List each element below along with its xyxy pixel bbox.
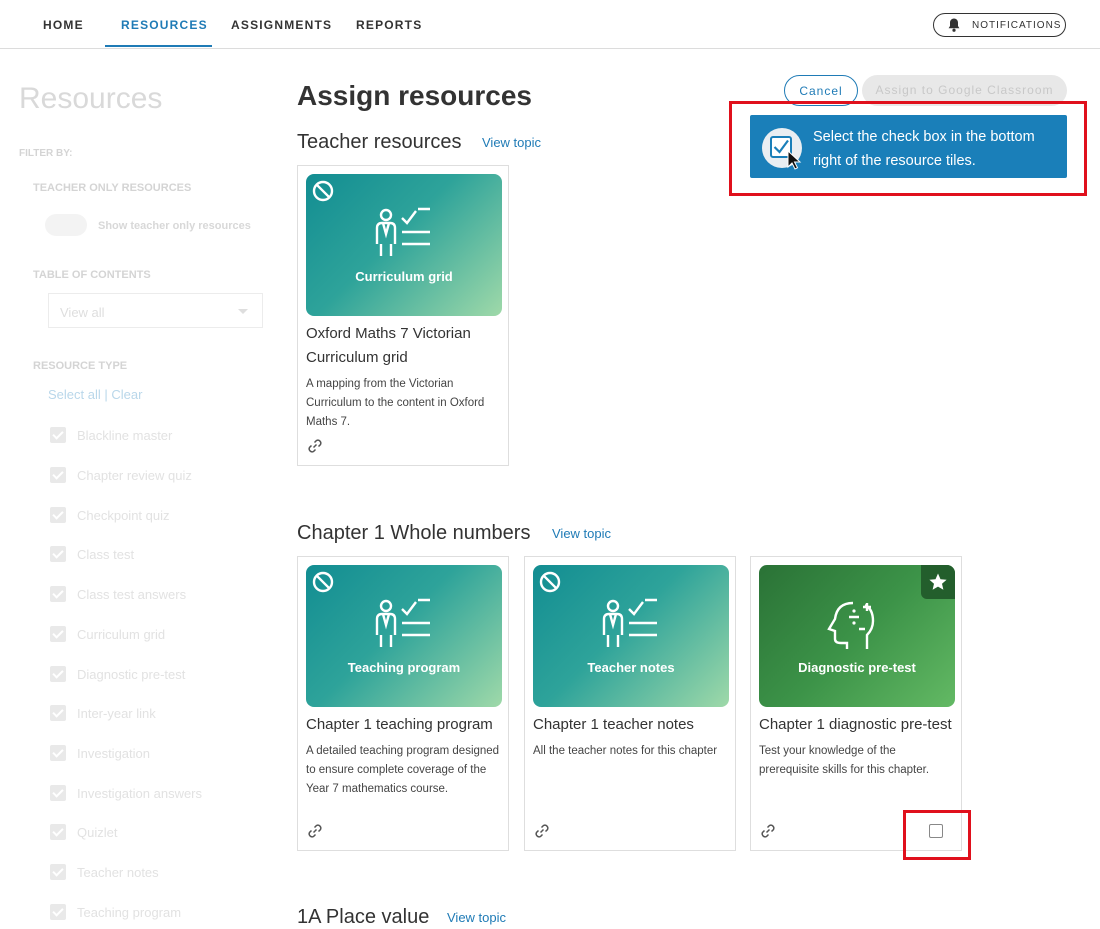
toc-select-value: View all xyxy=(60,305,105,320)
nav-reports[interactable]: REPORTS xyxy=(356,0,422,48)
resource-type-label: Curriculum grid xyxy=(77,627,166,642)
checkbox-checked-icon xyxy=(50,904,66,920)
no-entry-icon xyxy=(312,571,334,593)
checkbox-checked-icon xyxy=(50,626,66,642)
section-title: 1A Place value xyxy=(297,906,430,928)
resource-type-label: Class test answers xyxy=(77,587,187,602)
checkbox-checked-icon xyxy=(50,864,66,880)
resource-type-heading: RESOURCE TYPE xyxy=(33,360,128,372)
head-maths-icon xyxy=(827,601,875,649)
thumbnail-label: Curriculum grid xyxy=(355,269,453,284)
no-entry-icon xyxy=(312,180,334,202)
resource-card[interactable]: Curriculum grid Oxford Maths 7 Victorian… xyxy=(297,165,509,466)
page-title: Assign resources xyxy=(297,80,532,111)
checkbox-checked-icon xyxy=(50,785,66,801)
resource-type-label: Quizlet xyxy=(77,825,118,840)
resource-card[interactable]: Teacher notes Chapter 1 teacher notes Al… xyxy=(524,556,736,851)
instruction-tooltip: Select the check box in the bottom right… xyxy=(750,115,1067,178)
filter-by-label: FILTER BY: xyxy=(19,148,73,159)
nav-active-indicator xyxy=(105,45,212,47)
resource-type-label: Blackline master xyxy=(77,428,173,443)
view-topic-link[interactable]: View topic xyxy=(447,910,506,925)
no-entry-icon xyxy=(539,571,561,593)
checkbox-checked-icon xyxy=(50,824,66,840)
tip-text: Select the check box in the bottom right… xyxy=(813,129,1035,169)
nav-home[interactable]: HOME xyxy=(43,0,84,48)
checkbox-checked-icon xyxy=(50,745,66,761)
checkbox-highlight-frame xyxy=(903,810,971,860)
toc-heading: TABLE OF CONTENTS xyxy=(33,269,151,281)
person-checklist-icon xyxy=(375,207,430,256)
thumbnail-label: Diagnostic pre-test xyxy=(798,660,916,675)
view-topic-link[interactable]: View topic xyxy=(482,135,541,150)
card-title[interactable]: Chapter 1 teaching program xyxy=(306,713,506,737)
resource-thumbnail: Curriculum grid xyxy=(306,174,502,316)
favourite-tab[interactable] xyxy=(921,565,955,599)
resource-card[interactable]: Teaching program Chapter 1 teaching prog… xyxy=(297,556,509,851)
checkbox-checked-icon xyxy=(50,586,66,602)
resource-type-label: Teacher notes xyxy=(77,865,159,880)
clear-link[interactable]: Clear xyxy=(111,387,142,402)
teacher-only-toggle[interactable] xyxy=(45,214,87,236)
resource-card[interactable]: Diagnostic pre-test Chapter 1 diagnostic… xyxy=(750,556,962,851)
view-topic-link[interactable]: View topic xyxy=(552,526,611,541)
link-separator: | xyxy=(104,387,108,402)
resource-thumbnail: Teacher notes xyxy=(533,565,729,707)
notifications-button[interactable]: NOTIFICATIONS xyxy=(933,13,1066,37)
checkbox-checked-icon xyxy=(50,467,66,483)
resource-type-label: Teaching program xyxy=(77,905,182,920)
checkbox-checked-icon xyxy=(50,705,66,721)
bell-icon xyxy=(948,18,960,32)
resource-thumbnail: Diagnostic pre-test xyxy=(759,565,955,707)
checkbox-checked-icon xyxy=(50,666,66,682)
resource-type-label: Investigation xyxy=(77,746,150,761)
checkbox-checked-icon xyxy=(50,507,66,523)
nav-resources[interactable]: RESOURCES xyxy=(121,0,208,48)
checkbox-cursor-icon xyxy=(762,128,802,170)
chevron-down-icon xyxy=(238,309,248,314)
link-icon[interactable] xyxy=(759,822,777,840)
notifications-label: NOTIFICATIONS xyxy=(972,20,1062,31)
thumbnail-label: Teaching program xyxy=(347,660,461,675)
teacher-only-heading: TEACHER ONLY RESOURCES xyxy=(33,182,192,194)
star-icon xyxy=(929,573,947,590)
thumbnail-label: Teacher notes xyxy=(587,660,675,675)
resource-type-label: Inter-year link xyxy=(77,706,156,721)
resource-type-label: Diagnostic pre-test xyxy=(77,667,186,682)
toc-select[interactable]: View all xyxy=(48,293,263,328)
filter-sidebar: Resources FILTER BY: TEACHER ONLY RESOUR… xyxy=(0,48,280,921)
checkbox-checked-icon xyxy=(50,546,66,562)
card-description: A mapping from the Victorian Curriculum … xyxy=(306,378,485,428)
section-title: Chapter 1 Whole numbers xyxy=(297,522,531,544)
select-links: Select all | Clear xyxy=(48,387,142,402)
link-icon[interactable] xyxy=(306,437,324,455)
nav-assignments[interactable]: ASSIGNMENTS xyxy=(231,0,332,48)
resource-thumbnail: Teaching program xyxy=(306,565,502,707)
link-icon[interactable] xyxy=(306,822,324,840)
sidebar-title: Resources xyxy=(19,82,163,115)
resource-type-label: Investigation answers xyxy=(77,786,203,801)
section-title: Teacher resources xyxy=(297,131,462,153)
card-description: A detailed teaching program designed to … xyxy=(306,745,500,795)
checkbox-checked-icon xyxy=(50,427,66,443)
person-checklist-icon xyxy=(602,598,657,647)
card-title[interactable]: Chapter 1 teacher notes xyxy=(533,713,733,737)
card-title[interactable]: Oxford Maths 7 Victorian Curriculum grid xyxy=(306,322,506,370)
card-title[interactable]: Chapter 1 diagnostic pre-test xyxy=(759,713,959,737)
teacher-only-toggle-label: Show teacher only resources xyxy=(98,220,251,232)
resource-type-label: Class test xyxy=(77,547,135,562)
person-checklist-icon xyxy=(375,598,430,647)
select-all-link[interactable]: Select all xyxy=(48,387,101,402)
card-description: All the teacher notes for this chapter xyxy=(533,745,718,757)
resource-type-label: Checkpoint quiz xyxy=(77,508,170,523)
top-navigation: HOME RESOURCES ASSIGNMENTS REPORTS NOTIF… xyxy=(0,0,1100,49)
resource-type-label: Chapter review quiz xyxy=(77,468,192,483)
card-description: Test your knowledge of the prerequisite … xyxy=(759,745,930,776)
link-icon[interactable] xyxy=(533,822,551,840)
